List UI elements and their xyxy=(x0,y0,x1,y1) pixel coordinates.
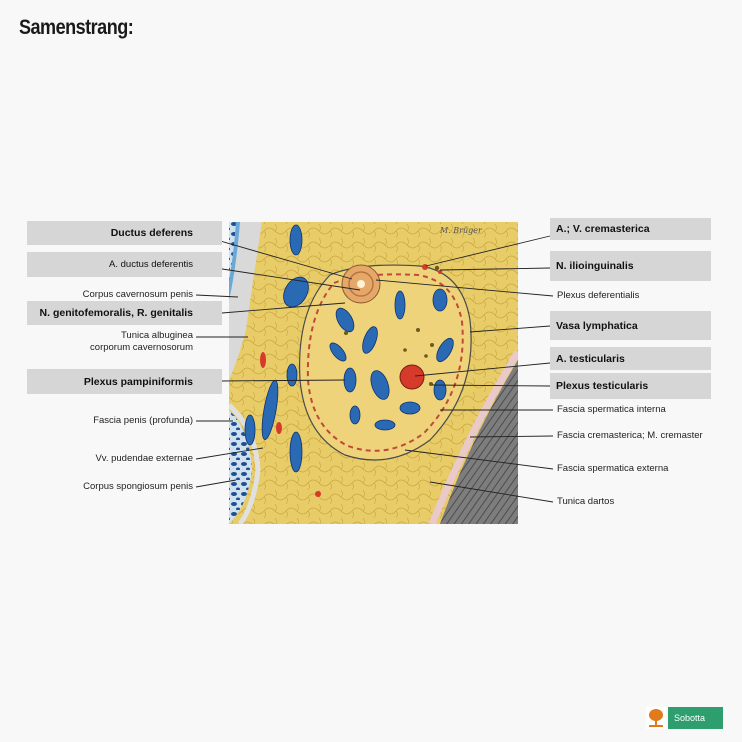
label-ductus-deferens: Ductus deferens xyxy=(27,221,222,245)
elsevier-tree-logo-icon xyxy=(646,707,666,729)
sobotta-brand[interactable]: Sobotta xyxy=(646,707,723,729)
label-n-ilioinguinalis: N. ilioinguinalis xyxy=(550,251,711,281)
label-tunica-dartos: Tunica dartos xyxy=(557,496,615,507)
label-corpus-cavernosum: Corpus cavernosum penis xyxy=(82,289,193,300)
label-fascia-cremasterica: Fascia cremasterica; M. cremaster xyxy=(557,430,703,441)
label-a-v-cremasterica-text: A.; V. cremasterica xyxy=(556,223,650,235)
label-vv-pudendae: Vv. pudendae externae xyxy=(95,453,193,464)
label-plexus-pampiniformis: Plexus pampiniformis xyxy=(27,369,222,394)
label-plexus-testicularis-text: Plexus testicularis xyxy=(556,380,649,392)
label-tunica-albuginea-line2: corporum cavernosorum xyxy=(90,342,193,353)
label-a-v-cremasterica: A.; V. cremasterica xyxy=(550,218,711,240)
label-fascia-spermatica-externa: Fascia spermatica externa xyxy=(557,463,669,474)
label-a-testicularis-text: A. testicularis xyxy=(556,352,625,365)
label-plexus-testicularis: Plexus testicularis xyxy=(550,373,711,399)
label-n-genitofemoralis: N. genitofemoralis, R. genitalis xyxy=(27,301,222,325)
label-fascia-spermatica-interna: Fascia spermatica interna xyxy=(557,404,666,415)
label-tunica-albuginea-line1: Tunica albuginea xyxy=(120,330,193,341)
label-plexus-pampiniformis-text: Plexus pampiniformis xyxy=(83,375,193,388)
label-fascia-penis: Fascia penis (profunda) xyxy=(93,415,193,426)
label-n-genitofemoralis-text: N. genitofemoralis, R. genitalis xyxy=(39,307,193,319)
label-plexus-deferentialis: Plexus deferentialis xyxy=(557,290,640,301)
sobotta-badge: Sobotta xyxy=(668,707,723,729)
label-ductus-deferens-text: Ductus deferens xyxy=(110,227,193,239)
label-a-ductus-deferentis: A. ductus deferentis xyxy=(27,252,222,277)
label-vasa-lymphatica: Vasa lymphatica xyxy=(550,311,711,340)
label-tunica-albuginea: Tunica albuginea corporum cavernosorum xyxy=(90,330,193,354)
label-corpus-spongiosum: Corpus spongiosum penis xyxy=(83,481,193,492)
label-vasa-lymphatica-text: Vasa lymphatica xyxy=(556,319,638,332)
label-a-testicularis: A. testicularis xyxy=(550,347,711,370)
label-a-ductus-deferentis-text: A. ductus deferentis xyxy=(109,259,193,270)
label-n-ilioinguinalis-text: N. ilioinguinalis xyxy=(556,260,634,272)
artist-signature: M. Brüger xyxy=(439,226,483,235)
